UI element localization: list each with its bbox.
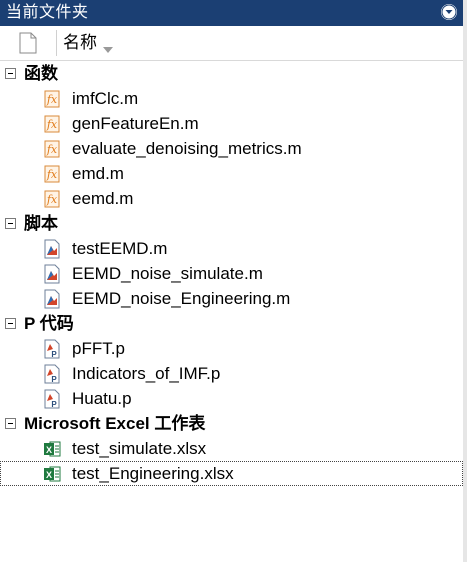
collapse-toggle-icon[interactable] (5, 218, 16, 229)
group-label: P 代码 (24, 314, 74, 333)
file-row[interactable]: X test_simulate.xlsx (0, 436, 463, 461)
panel-titlebar: 当前文件夹 (0, 0, 463, 26)
file-name: Indicators_of_IMF.p (72, 364, 221, 383)
group-header[interactable]: 函数 (0, 61, 463, 86)
file-name: eemd.m (72, 189, 134, 208)
file-name: test_simulate.xlsx (72, 439, 207, 458)
function-file-icon: fx (42, 139, 62, 159)
file-tree: 函数 fx imfClc.m fx genFeatureEn.m fx eval… (0, 61, 463, 486)
group-label: 脚本 (24, 214, 58, 233)
file-row[interactable]: P Huatu.p (0, 386, 463, 411)
pcode-file-icon: P (42, 339, 62, 359)
column-header: 名称 (0, 26, 463, 61)
panel-actions-button[interactable] (441, 4, 457, 20)
svg-text:P: P (51, 350, 57, 359)
column-separator[interactable] (56, 30, 57, 56)
file-row[interactable]: X test_Engineering.xlsx (0, 461, 463, 486)
svg-text:X: X (46, 470, 52, 480)
file-row[interactable]: P pFFT.p (0, 336, 463, 361)
file-row[interactable]: P Indicators_of_IMF.p (0, 361, 463, 386)
script-file-icon (42, 264, 62, 284)
group-header[interactable]: Microsoft Excel 工作表 (0, 411, 463, 436)
file-row[interactable]: fx eemd.m (0, 186, 463, 211)
chevron-down-icon (441, 4, 457, 20)
file-row[interactable]: testEEMD.m (0, 236, 463, 261)
svg-text:fx: fx (46, 143, 58, 156)
file-name: genFeatureEn.m (72, 114, 199, 133)
group-label: Microsoft Excel 工作表 (24, 414, 206, 433)
name-column-header[interactable]: 名称 (63, 26, 97, 60)
function-file-icon: fx (42, 114, 62, 134)
file-row[interactable]: fx emd.m (0, 161, 463, 186)
file-name: evaluate_denoising_metrics.m (72, 139, 302, 158)
excel-file-icon: X (42, 439, 62, 459)
file-row[interactable]: fx imfClc.m (0, 86, 463, 111)
file-name: emd.m (72, 164, 124, 183)
file-name: testEEMD.m (72, 239, 168, 258)
sort-descending-icon[interactable] (103, 40, 113, 58)
file-type-column-icon[interactable] (18, 32, 38, 59)
group-header[interactable]: 脚本 (0, 211, 463, 236)
svg-text:fx: fx (46, 118, 58, 131)
file-row[interactable]: EEMD_noise_Engineering.m (0, 286, 463, 311)
collapse-toggle-icon[interactable] (5, 318, 16, 329)
file-row[interactable]: fx genFeatureEn.m (0, 111, 463, 136)
svg-text:X: X (46, 445, 52, 455)
script-file-icon (42, 239, 62, 259)
collapse-toggle-icon[interactable] (5, 418, 16, 429)
excel-file-icon: X (42, 464, 62, 484)
function-file-icon: fx (42, 189, 62, 209)
file-name: test_Engineering.xlsx (72, 464, 234, 483)
collapse-toggle-icon[interactable] (5, 68, 16, 79)
file-row[interactable]: fx evaluate_denoising_metrics.m (0, 136, 463, 161)
svg-text:fx: fx (46, 93, 58, 106)
file-row[interactable]: EEMD_noise_simulate.m (0, 261, 463, 286)
svg-text:P: P (51, 375, 57, 384)
file-name: Huatu.p (72, 389, 132, 408)
group-header[interactable]: P 代码 (0, 311, 463, 336)
panel-title: 当前文件夹 (6, 4, 89, 21)
function-file-icon: fx (42, 164, 62, 184)
svg-text:fx: fx (46, 193, 58, 206)
svg-text:P: P (51, 400, 57, 409)
pcode-file-icon: P (42, 364, 62, 384)
function-file-icon: fx (42, 89, 62, 109)
svg-text:fx: fx (46, 168, 58, 181)
file-name: pFFT.p (72, 339, 125, 358)
file-name: EEMD_noise_simulate.m (72, 264, 263, 283)
script-file-icon (42, 289, 62, 309)
current-folder-panel: 当前文件夹 名称 函数 fx imfClc.m fx genFeatureEn.… (0, 0, 467, 562)
file-name: imfClc.m (72, 89, 139, 108)
pcode-file-icon: P (42, 389, 62, 409)
group-label: 函数 (24, 64, 58, 83)
file-name: EEMD_noise_Engineering.m (72, 289, 291, 308)
